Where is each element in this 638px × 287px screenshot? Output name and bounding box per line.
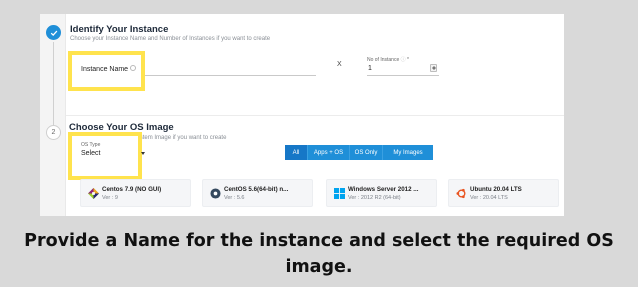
os-card-name: Windows Server 2012 ... (348, 186, 419, 193)
step-1-complete-icon (46, 25, 61, 40)
filter-my-images[interactable]: My Images (383, 145, 433, 160)
os-card-name: Centos 7.9 (NO GUI) (102, 186, 162, 193)
chevron-down-icon[interactable] (141, 152, 145, 155)
os-type-label: OS Type (81, 142, 101, 148)
os-filter-tabs: All Apps + OS OS Only My Images (285, 145, 433, 160)
os-card-version: Ver : 9 (102, 195, 118, 201)
os-card-version: Ver : 5.6 (224, 195, 245, 201)
filter-apps-os[interactable]: Apps + OS (308, 145, 350, 160)
ubuntu-icon (456, 188, 466, 199)
no-of-instance-stepper[interactable] (430, 64, 437, 72)
os-card-ubuntu-20-04[interactable]: Ubuntu 20.04 LTS Ver : 20.04 LTS (448, 179, 559, 207)
step-2-number: 2 (46, 125, 61, 140)
step-rail: 2 (40, 14, 66, 216)
help-icon[interactable] (130, 65, 137, 71)
no-of-instance-label-text: No of Instance (367, 57, 400, 63)
centos-icon (210, 188, 221, 199)
filter-os-only[interactable]: OS Only (350, 145, 383, 160)
os-card-version: Ver : 2012 R2 (64-bit) (348, 195, 401, 201)
filter-all[interactable]: All (285, 145, 308, 160)
instance-name-input[interactable] (145, 75, 316, 76)
times-symbol: X (337, 61, 342, 68)
create-instance-panel: 2 Identify Your Instance Choose your Ins… (40, 14, 564, 216)
centos-icon (88, 188, 99, 199)
os-card-windows-server-2012[interactable]: Windows Server 2012 ... Ver : 2012 R2 (6… (326, 179, 437, 207)
step-1-subtitle: Choose your Instance Name and Number of … (70, 36, 271, 42)
os-card-centos-5-6[interactable]: CentOS 5.6(64-bit) n... Ver : 5.6 (202, 179, 313, 207)
os-type-highlight (68, 132, 142, 180)
no-of-instance-input[interactable]: 1 (368, 65, 372, 72)
instruction-caption: Provide a Name for the instance and sele… (24, 231, 614, 277)
no-of-instance-underline (367, 75, 439, 76)
os-card-version: Ver : 20.04 LTS (470, 195, 508, 201)
os-card-name: CentOS 5.6(64-bit) n... (224, 186, 289, 193)
step-connector (53, 42, 54, 126)
os-card-centos-7-9[interactable]: Centos 7.9 (NO GUI) Ver : 9 (80, 179, 191, 207)
section-divider (66, 115, 564, 116)
os-card-name: Ubuntu 20.04 LTS (470, 186, 522, 193)
no-of-instance-label: No of Instance ⓘ * (367, 57, 409, 63)
instance-name-label: Instance Name (81, 65, 137, 73)
instance-name-label-text: Instance Name (81, 66, 129, 73)
step-1-title: Identify Your Instance (70, 24, 169, 35)
help-icon: ⓘ (400, 57, 406, 63)
os-type-select[interactable]: Select (81, 150, 100, 157)
windows-icon (334, 188, 345, 199)
